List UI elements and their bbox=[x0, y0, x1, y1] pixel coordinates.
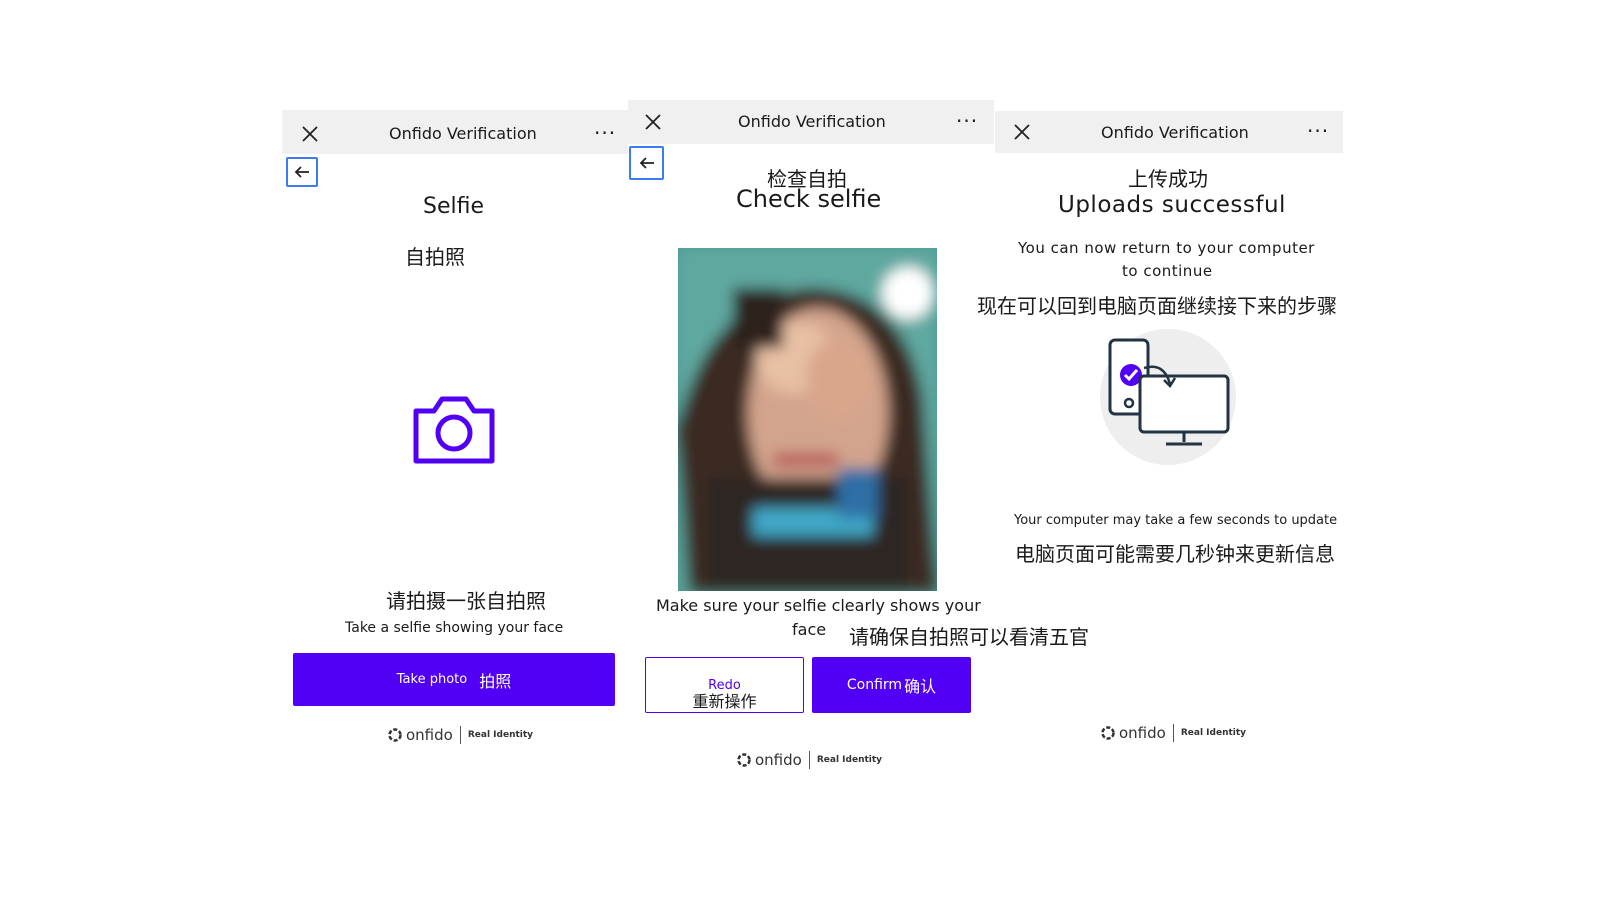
brand-name: onfido bbox=[1119, 724, 1166, 742]
take-photo-label-zh: 拍照 bbox=[479, 671, 512, 691]
confirm-label: Confirm bbox=[846, 677, 903, 693]
header-bar: Onfido Verification ··· bbox=[995, 111, 1343, 153]
instruction-zh: 请拍摄一张自拍照 bbox=[386, 589, 546, 613]
more-options-icon[interactable]: ··· bbox=[594, 123, 616, 143]
page-title: Selfie bbox=[423, 194, 485, 219]
page-title-zh: 上传成功 bbox=[1128, 167, 1208, 191]
arrow-left-icon bbox=[294, 166, 309, 178]
brand-divider bbox=[459, 726, 461, 744]
close-icon[interactable] bbox=[1013, 123, 1031, 141]
onfido-logo-icon bbox=[737, 753, 751, 767]
redo-button[interactable]: Redo 重新操作 bbox=[645, 657, 804, 713]
brand-tagline: Real Identity bbox=[816, 755, 883, 765]
page-title-zh: 自拍照 bbox=[405, 245, 465, 269]
back-button[interactable] bbox=[629, 146, 664, 180]
more-options-icon[interactable]: ··· bbox=[1307, 121, 1329, 141]
onfido-logo-icon bbox=[388, 728, 402, 742]
phone-to-computer-illustration bbox=[1100, 329, 1236, 465]
header-bar: Onfido Verification ··· bbox=[628, 100, 994, 144]
onfido-brand: onfido Real Identity bbox=[1101, 724, 1246, 742]
brand-tagline: Real Identity bbox=[467, 730, 534, 740]
close-icon[interactable] bbox=[301, 125, 319, 143]
onfido-logo-icon bbox=[1101, 726, 1115, 740]
header-title: Onfido Verification bbox=[1101, 123, 1249, 142]
header-title: Onfido Verification bbox=[389, 124, 537, 143]
message-zh: 现在可以回到电脑页面继续接下来的步骤 bbox=[977, 294, 1337, 318]
brand-name: onfido bbox=[755, 751, 802, 769]
note-en: Your computer may take a few seconds to … bbox=[1014, 513, 1338, 528]
brand-divider bbox=[1172, 724, 1174, 742]
header-bar: Onfido Verification ··· bbox=[282, 110, 628, 154]
message-en-line1: You can now return to your computer bbox=[1018, 239, 1315, 257]
brand-tagline: Real Identity bbox=[1180, 728, 1247, 738]
close-icon[interactable] bbox=[644, 113, 662, 131]
note-zh: 电脑页面可能需要几秒钟来更新信息 bbox=[1015, 542, 1335, 566]
camera-icon bbox=[413, 396, 495, 464]
hint-en-line1: Make sure your selfie clearly shows your bbox=[656, 596, 981, 615]
onfido-brand: onfido Real Identity bbox=[737, 751, 882, 769]
page-title: Check selfie bbox=[736, 185, 882, 213]
take-photo-button[interactable]: Take photo 拍照 bbox=[293, 653, 615, 706]
redo-label-zh: 重新操作 bbox=[692, 692, 757, 711]
brand-name: onfido bbox=[406, 726, 453, 744]
page-title: Uploads successful bbox=[1058, 192, 1286, 218]
arrow-left-icon bbox=[639, 157, 654, 169]
back-button[interactable] bbox=[286, 157, 318, 187]
selfie-preview-image bbox=[678, 248, 937, 591]
hint-zh: 请确保自拍照可以看清五官 bbox=[849, 625, 1089, 649]
instruction-en: Take a selfie showing your face bbox=[345, 620, 564, 636]
hint-en-line2: face bbox=[792, 620, 827, 639]
more-options-icon[interactable]: ··· bbox=[956, 111, 978, 131]
header-title: Onfido Verification bbox=[738, 112, 886, 131]
brand-divider bbox=[808, 751, 810, 769]
confirm-button[interactable]: Confirm 确认 bbox=[812, 657, 971, 713]
confirm-label-zh: 确认 bbox=[904, 677, 937, 696]
take-photo-label: Take photo bbox=[396, 672, 468, 687]
message-en-line2: to continue bbox=[1122, 262, 1213, 280]
onfido-brand: onfido Real Identity bbox=[388, 726, 533, 744]
